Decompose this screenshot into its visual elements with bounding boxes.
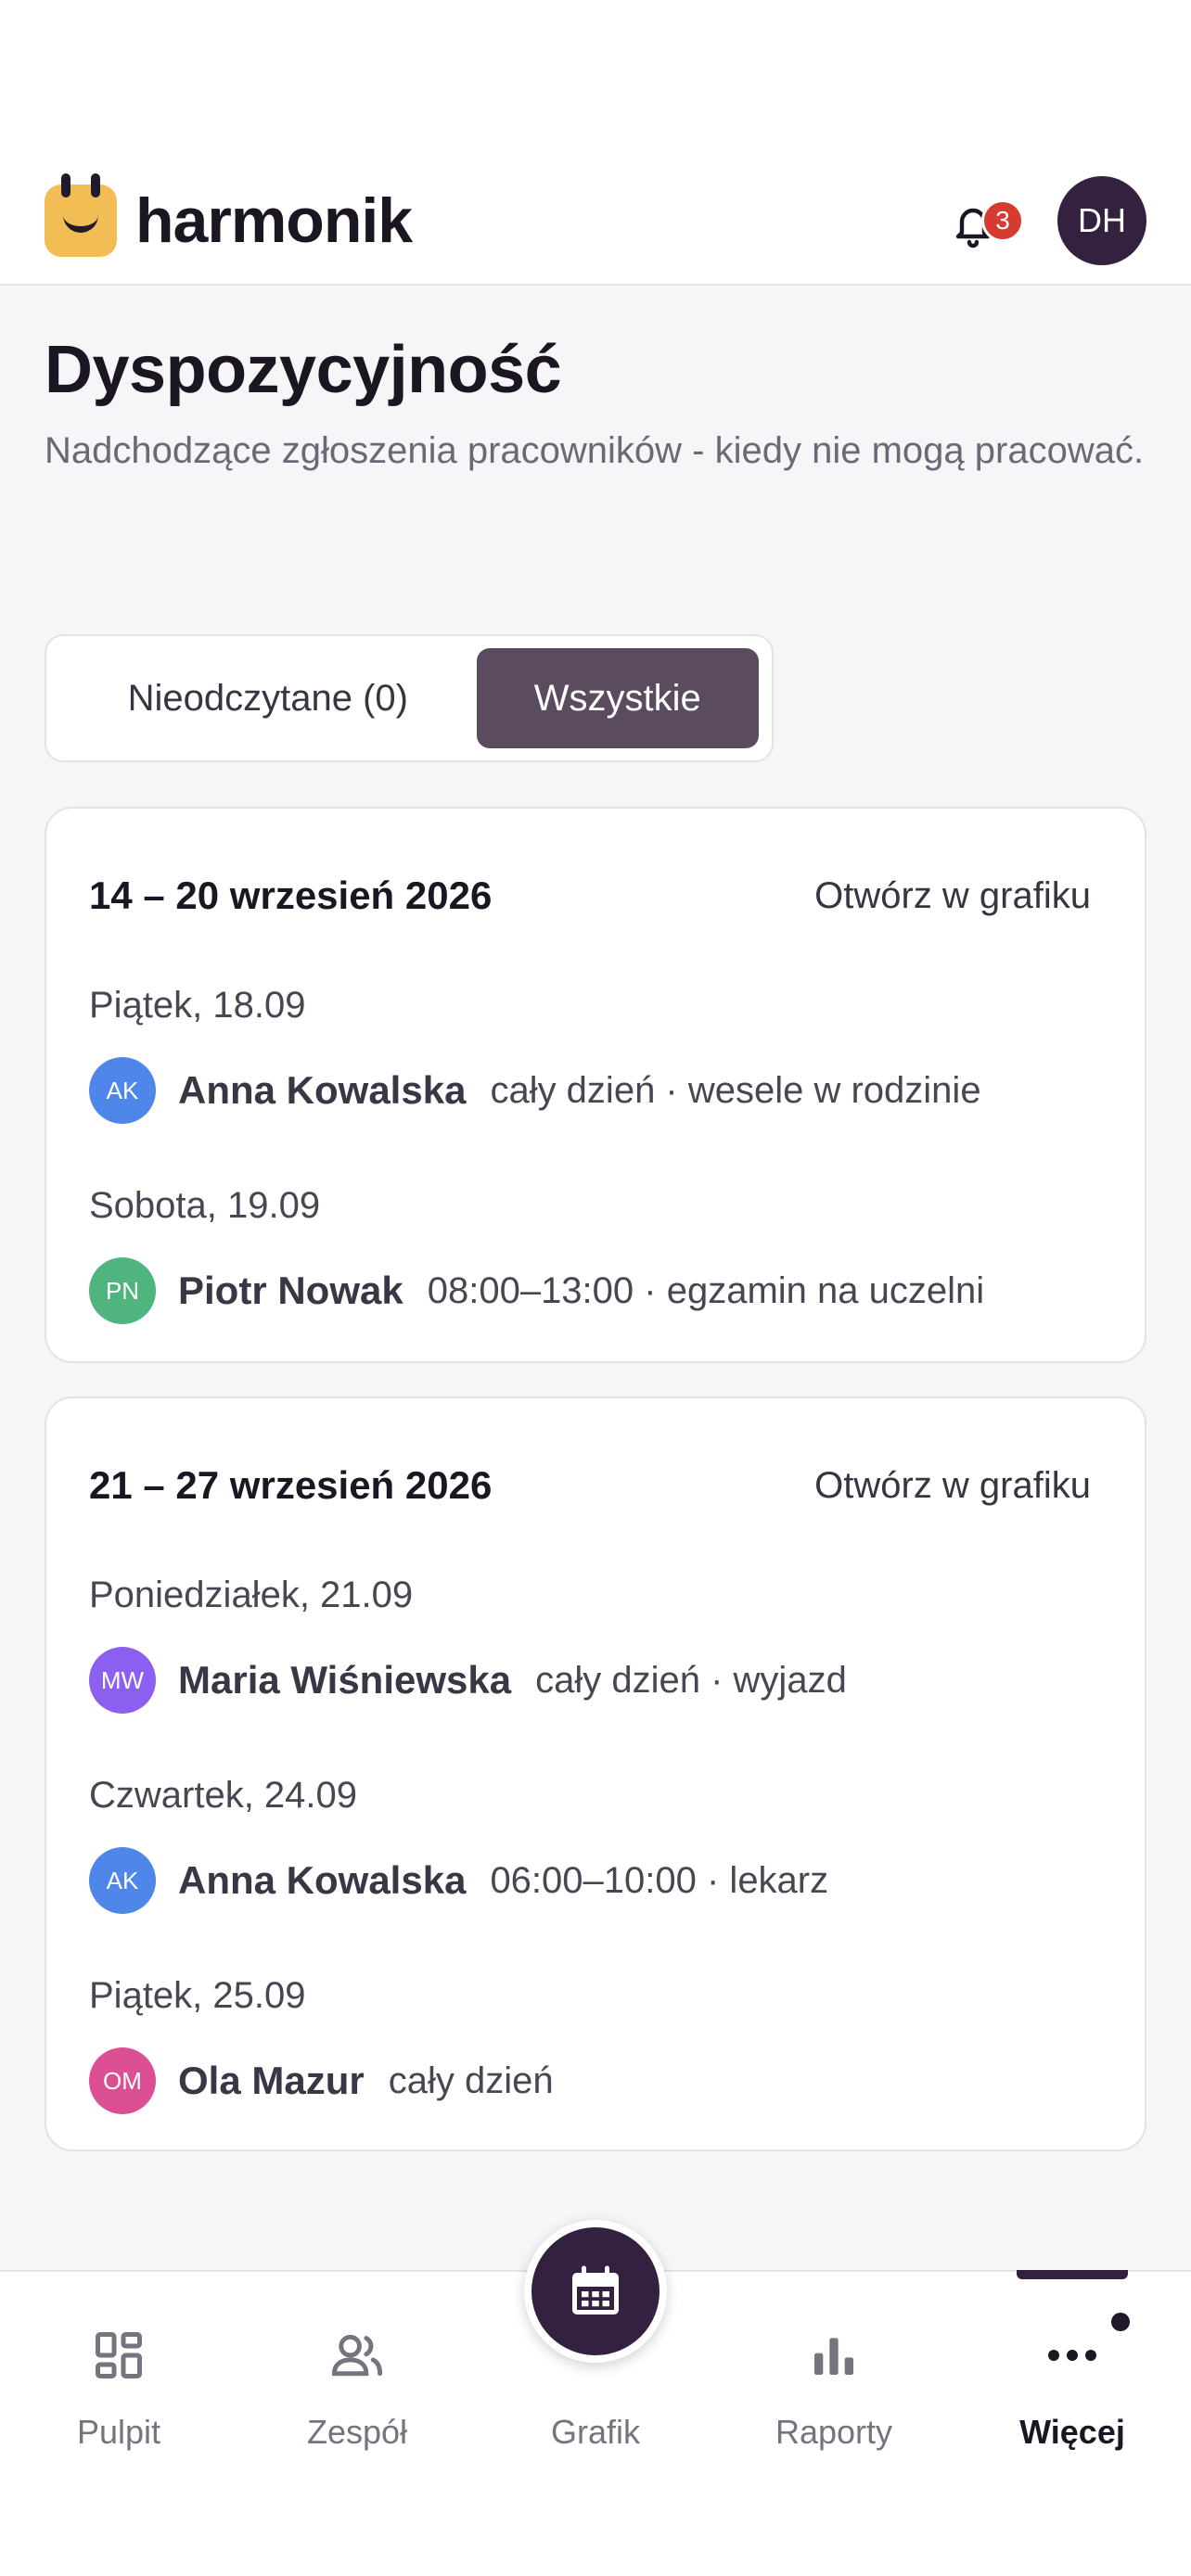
day-entry: Poniedziałek, 21.09 MW Maria Wiśniewska … bbox=[89, 1569, 1108, 1714]
day-label: Piątek, 18.09 bbox=[89, 985, 306, 1026]
week-range: 14 – 20 wrzesień 2026 bbox=[89, 874, 493, 917]
availability-entry[interactable]: MW Maria Wiśniewska cały dzień · wyjazd bbox=[89, 1647, 1108, 1714]
team-icon bbox=[238, 2318, 476, 2392]
entry-detail: cały dzień · wesele w rodzinie bbox=[490, 1069, 981, 1111]
nav-label: Zespół bbox=[306, 2413, 408, 2451]
unread-dot bbox=[1111, 2313, 1130, 2331]
calendar-icon bbox=[572, 2265, 619, 2315]
availability-entry[interactable]: AK Anna Kowalska 06:00–10:00 · lekarz bbox=[89, 1847, 1108, 1914]
nav-label: Więcej bbox=[1019, 2413, 1125, 2451]
page-title: Dyspozycyjność bbox=[45, 333, 562, 407]
entry-detail: 06:00–10:00 · lekarz bbox=[490, 1859, 829, 1901]
entry-detail: cały dzień · wyjazd bbox=[535, 1659, 847, 1701]
week-range: 21 – 27 wrzesień 2026 bbox=[89, 1463, 493, 1507]
notifications-button[interactable]: 3 bbox=[941, 188, 1024, 253]
app-header: harmonik 3 DH bbox=[0, 158, 1191, 286]
open-in-schedule-link[interactable]: Otwórz w grafiku bbox=[814, 1465, 1091, 1507]
nav-item-pulpit[interactable]: Pulpit bbox=[0, 2318, 237, 2452]
nav-item-wiecej[interactable]: Więcej bbox=[954, 2318, 1191, 2452]
nav-label: Grafik bbox=[550, 2413, 640, 2451]
filter-all-tab[interactable]: Wszystkie bbox=[476, 648, 759, 748]
nav-item-raporty[interactable]: Raporty bbox=[715, 2318, 953, 2452]
employee-name: Ola Mazur bbox=[178, 2059, 365, 2102]
availability-entry[interactable]: AK Anna Kowalska cały dzień · wesele w r… bbox=[89, 1057, 1108, 1124]
employee-name: Anna Kowalska bbox=[178, 1858, 467, 1902]
filter-segmented-control: Nieodczytane (0) Wszystkie bbox=[45, 634, 774, 762]
employee-name: Piotr Nowak bbox=[178, 1269, 403, 1312]
week-card: 21 – 27 wrzesień 2026 Otwórz w grafiku P… bbox=[45, 1396, 1146, 2151]
open-in-schedule-link[interactable]: Otwórz w grafiku bbox=[814, 875, 1091, 917]
availability-entry[interactable]: OM Ola Mazur cały dzień bbox=[89, 2047, 1108, 2114]
employee-name: Maria Wiśniewska bbox=[178, 1658, 512, 1702]
week-card: 14 – 20 wrzesień 2026 Otwórz w grafiku P… bbox=[45, 807, 1146, 1363]
schedule-fab-button[interactable] bbox=[524, 2220, 667, 2363]
day-entry: Czwartek, 24.09 AK Anna Kowalska 06:00–1… bbox=[89, 1769, 1108, 1914]
nav-item-zespol[interactable]: Zespół bbox=[238, 2318, 476, 2452]
nav-label: Pulpit bbox=[76, 2413, 161, 2451]
employee-avatar: PN bbox=[89, 1257, 156, 1324]
entry-detail: 08:00–13:00 · egzamin na uczelni bbox=[427, 1269, 985, 1311]
filter-unread-tab[interactable]: Nieodczytane (0) bbox=[59, 648, 477, 748]
more-icon bbox=[954, 2318, 1191, 2392]
employee-avatar: AK bbox=[89, 1847, 156, 1914]
availability-entry[interactable]: PN Piotr Nowak 08:00–13:00 · egzamin na … bbox=[89, 1257, 1108, 1324]
bar-chart-icon bbox=[715, 2318, 953, 2392]
notification-count-badge: 3 bbox=[981, 199, 1024, 242]
employee-avatar: AK bbox=[89, 1057, 156, 1124]
employee-avatar: MW bbox=[89, 1647, 156, 1714]
day-label: Poniedziałek, 21.09 bbox=[89, 1575, 414, 1615]
logo[interactable]: harmonik bbox=[45, 173, 413, 257]
entry-detail: cały dzień bbox=[388, 2060, 554, 2101]
day-label: Piątek, 25.09 bbox=[89, 1975, 306, 2016]
day-entry: Sobota, 19.09 PN Piotr Nowak 08:00–13:00… bbox=[89, 1180, 1108, 1324]
employee-name: Anna Kowalska bbox=[178, 1068, 467, 1112]
employee-avatar: OM bbox=[89, 2047, 156, 2114]
day-entry: Piątek, 25.09 OM Ola Mazur cały dzień bbox=[89, 1970, 1108, 2114]
logo-icon bbox=[45, 173, 117, 257]
page-subtitle: Nadchodzące zgłoszenia pracowników - kie… bbox=[45, 430, 1145, 471]
status-bar-area bbox=[0, 0, 1191, 158]
dashboard-icon bbox=[0, 2318, 237, 2392]
user-avatar[interactable]: DH bbox=[1057, 176, 1146, 265]
active-tab-indicator bbox=[1017, 2270, 1128, 2279]
day-label: Czwartek, 24.09 bbox=[89, 1775, 358, 1816]
day-label: Sobota, 19.09 bbox=[89, 1185, 321, 1226]
app-name: harmonik bbox=[135, 185, 413, 256]
day-entry: Piątek, 18.09 AK Anna Kowalska cały dzie… bbox=[89, 979, 1108, 1124]
nav-label: Raporty bbox=[775, 2413, 893, 2451]
